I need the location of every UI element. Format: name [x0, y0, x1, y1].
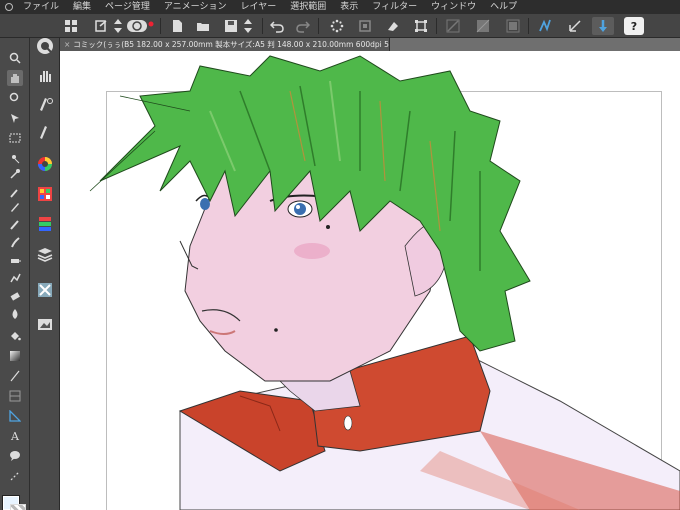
balloon-icon[interactable] — [7, 448, 23, 464]
sub-color-swatch[interactable] — [10, 504, 26, 510]
selection-rect-icon[interactable] — [7, 130, 23, 146]
clip-studio-window: ファイル 編集 ページ管理 アニメーション レイヤー 選択範囲 表示 フィルター… — [0, 0, 680, 510]
airbrush-icon[interactable] — [7, 252, 23, 268]
spinner-icon[interactable] — [112, 17, 124, 35]
operation-icon[interactable] — [7, 110, 23, 126]
tool-palette: A — [0, 38, 30, 510]
pen-icon[interactable] — [7, 198, 23, 214]
menu-window[interactable]: ウィンドウ — [424, 0, 483, 14]
palette-dock — [30, 38, 60, 510]
blend-icon[interactable] — [7, 306, 23, 322]
material-icon[interactable] — [35, 314, 55, 334]
magnify-icon[interactable] — [7, 90, 23, 106]
zoom-icon[interactable] — [7, 50, 23, 66]
gradient-icon[interactable] — [7, 348, 23, 364]
undo-icon[interactable] — [268, 17, 286, 35]
navigator-icon[interactable] — [35, 280, 55, 300]
ruler-icon[interactable] — [7, 408, 23, 424]
redo-icon[interactable] — [294, 17, 312, 35]
layers-icon[interactable] — [35, 244, 55, 264]
hand-icon[interactable] — [7, 70, 23, 86]
help-button[interactable]: ? — [624, 17, 644, 35]
artwork — [89, 55, 680, 510]
export-icon[interactable] — [92, 17, 110, 35]
quick-access-icon[interactable] — [35, 36, 55, 56]
menu-help[interactable]: ヘルプ — [483, 0, 524, 14]
clear-icon[interactable] — [384, 17, 402, 35]
lasso-icon[interactable] — [7, 150, 23, 166]
menu-file[interactable]: ファイル — [16, 0, 66, 14]
record-toggle-icon[interactable] — [126, 17, 154, 35]
menu-animation[interactable]: アニメーション — [157, 0, 234, 14]
transform-icon[interactable] — [412, 17, 430, 35]
special-ruler-snap-icon[interactable] — [566, 17, 584, 35]
open-folder-icon[interactable] — [194, 17, 212, 35]
figure-line-icon[interactable] — [7, 368, 23, 384]
ruler-snap-icon[interactable] — [536, 17, 554, 35]
decoration-icon[interactable] — [7, 270, 23, 286]
pen-icon[interactable] — [35, 122, 55, 142]
auto-select-icon[interactable] — [7, 166, 23, 182]
color-set-icon[interactable] — [35, 184, 55, 204]
correct-line-icon[interactable] — [7, 468, 23, 484]
document-tab[interactable]: × コミック(ぅぅ(B5 182.00 x 257.00mm 製本サイズ:A5 判… — [60, 38, 390, 51]
brush-icon[interactable] — [7, 234, 23, 250]
gradient-fill-icon[interactable] — [474, 17, 492, 35]
frame-border-icon[interactable] — [7, 388, 23, 404]
menu-filter[interactable]: フィルター — [365, 0, 424, 14]
text-tool-icon[interactable]: A — [7, 428, 23, 444]
save-icon[interactable] — [222, 17, 240, 35]
new-file-icon[interactable] — [168, 17, 186, 35]
color-wheel-icon[interactable] — [35, 154, 55, 174]
close-tab-icon[interactable]: × — [64, 40, 70, 49]
layer-fill-icon[interactable] — [504, 17, 522, 35]
grid-icon[interactable] — [62, 17, 80, 35]
menu-selection[interactable]: 選択範囲 — [283, 0, 333, 14]
hand-gesture-icon[interactable] — [35, 66, 55, 86]
menu-page-management[interactable]: ページ管理 — [98, 0, 157, 14]
document-area: × コミック(ぅぅ(B5 182.00 x 257.00mm 製本サイズ:A5 判… — [60, 38, 680, 510]
menu-view[interactable]: 表示 — [333, 0, 365, 14]
menu-edit[interactable]: 編集 — [66, 0, 98, 14]
pencil-icon[interactable] — [7, 216, 23, 232]
pen-settings-icon[interactable] — [35, 94, 55, 114]
crop-icon[interactable] — [356, 17, 374, 35]
fill-icon[interactable] — [444, 17, 462, 35]
eraser-icon[interactable] — [7, 288, 23, 304]
menu-bar: ファイル 編集 ページ管理 アニメーション レイヤー 選択範囲 表示 フィルター… — [0, 0, 680, 14]
fill-bucket-icon[interactable] — [7, 328, 23, 344]
menu-layer[interactable]: レイヤー — [234, 0, 284, 14]
spinner-icon[interactable] — [242, 17, 254, 35]
grid-snap-icon[interactable] — [592, 17, 614, 35]
drawing-canvas[interactable] — [60, 51, 680, 510]
app-icon[interactable] — [2, 0, 16, 14]
command-bar: ? — [0, 14, 680, 38]
document-title: コミック(ぅぅ(B5 182.00 x 257.00mm 製本サイズ:A5 判 … — [73, 40, 390, 49]
color-slider-icon[interactable] — [35, 214, 55, 234]
loading-icon[interactable] — [328, 17, 346, 35]
